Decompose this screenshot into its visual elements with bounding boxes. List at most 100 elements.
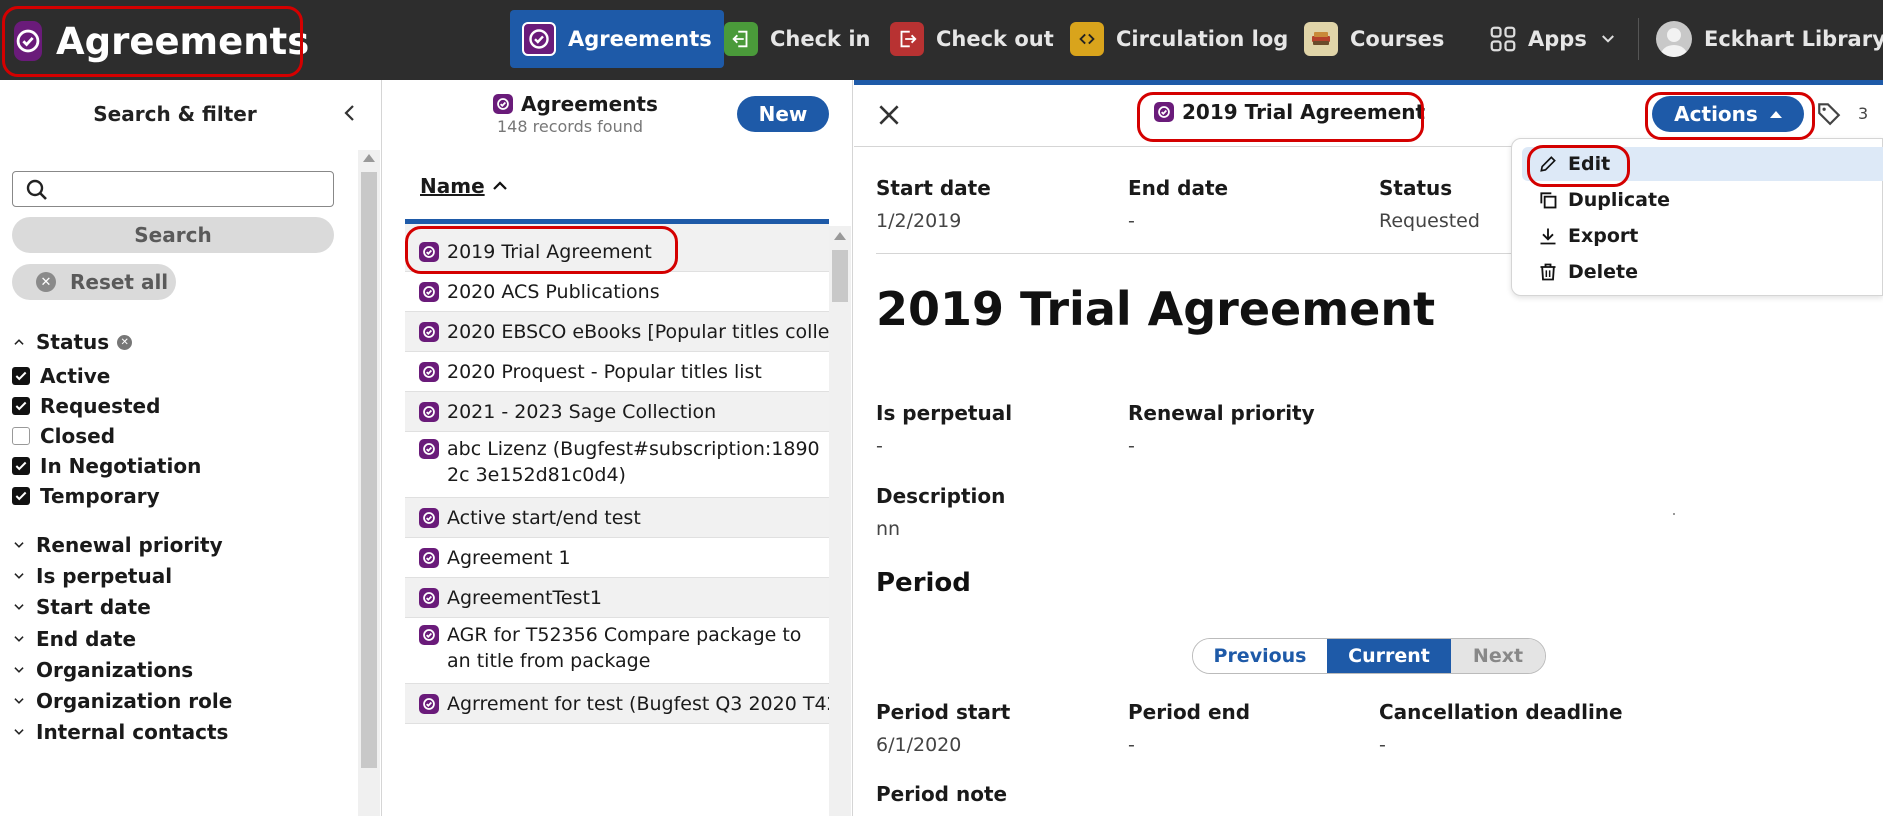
nav-label: Circulation log xyxy=(1116,27,1289,51)
checkbox-checked[interactable] xyxy=(12,367,30,385)
checkbox-checked[interactable] xyxy=(12,457,30,475)
filter-renewal-priority[interactable]: Renewal priority xyxy=(12,533,223,557)
duplicate-icon xyxy=(1540,192,1557,209)
list-item-name: 2020 Proquest - Popular titles list xyxy=(447,361,762,383)
actions-button[interactable]: Actions xyxy=(1652,96,1804,132)
nav-check-in[interactable]: Check in xyxy=(712,10,882,68)
period-previous-button[interactable]: Previous xyxy=(1193,639,1327,673)
detail-pane-title-text: 2019 Trial Agreement xyxy=(1182,100,1426,124)
list-item[interactable]: 2020 ACS Publications xyxy=(405,272,829,312)
status-option-closed[interactable]: Closed xyxy=(12,424,115,448)
menu-item-duplicate[interactable]: Duplicate xyxy=(1522,183,1883,217)
list-item[interactable]: AGR for T52356 Compare package to an tit… xyxy=(405,618,829,684)
status-option-active[interactable]: Active xyxy=(12,364,110,388)
agreements-app-icon xyxy=(14,21,42,61)
agreement-icon xyxy=(419,694,439,714)
scroll-up-arrow-icon[interactable] xyxy=(363,154,375,162)
search-pane-title: Search & filter xyxy=(93,102,257,126)
results-scrollbar[interactable] xyxy=(829,226,851,816)
list-item[interactable]: Agrrement for test (Bugfest Q3 2020 T42 xyxy=(405,684,829,724)
filter-end-date[interactable]: End date xyxy=(12,627,136,651)
nav-label: Courses xyxy=(1350,27,1445,51)
chevron-down-icon xyxy=(14,636,24,642)
user-menu[interactable]: Eckhart Library xyxy=(1644,10,1883,68)
renewal-priority-label: Renewal priority xyxy=(1128,401,1315,425)
filter-label: Internal contacts xyxy=(36,720,229,744)
column-header-label: Name xyxy=(420,174,485,198)
nav-courses[interactable]: Courses xyxy=(1292,10,1456,68)
avatar xyxy=(1656,21,1692,57)
filter-internal-contacts[interactable]: Internal contacts xyxy=(12,720,228,744)
agreement-title: 2019 Trial Agreement xyxy=(876,282,1436,336)
status-option-in-negotiation[interactable]: In Negotiation xyxy=(12,454,201,478)
filter-scrollbar[interactable] xyxy=(358,150,380,816)
collapse-pane-icon[interactable] xyxy=(338,100,362,126)
list-item[interactable]: 2021 - 2023 Sage Collection xyxy=(405,392,829,432)
period-selector: Previous Current Next xyxy=(1192,638,1546,674)
menu-item-delete[interactable]: Delete xyxy=(1522,255,1883,289)
period-start-label: Period start xyxy=(876,700,1011,724)
scrollbar-thumb[interactable] xyxy=(832,250,848,302)
cancellation-deadline-value: - xyxy=(1379,734,1386,756)
list-item[interactable]: AgreementTest1 xyxy=(405,578,829,618)
filter-label: Organizations xyxy=(36,658,194,682)
checkbox-unchecked[interactable] xyxy=(12,427,30,445)
filter-organizations[interactable]: Organizations xyxy=(12,658,193,682)
nav-label: Check in xyxy=(770,27,871,51)
reset-all-button[interactable]: ✕ Reset all xyxy=(12,264,176,300)
agreement-icon xyxy=(1154,102,1174,122)
nav-check-out[interactable]: Check out xyxy=(878,10,1066,68)
name-column-header[interactable]: Name xyxy=(420,174,509,198)
actions-dropdown-menu: Edit Duplicate Export Delete xyxy=(1511,138,1883,296)
period-current-button[interactable]: Current xyxy=(1327,639,1451,673)
search-filter-pane: Search & filter Search ✕ Reset all Statu… xyxy=(0,80,382,816)
new-agreement-button[interactable]: New xyxy=(737,96,829,132)
checkbox-checked[interactable] xyxy=(12,397,30,415)
list-item[interactable]: 2020 EBSCO eBooks [Popular titles colle xyxy=(405,312,829,352)
nav-apps[interactable]: Apps xyxy=(1474,10,1629,68)
results-title-text: Agreements xyxy=(521,92,658,116)
filter-label: Is perpetual xyxy=(36,564,173,588)
start-date-value: 1/2/2019 xyxy=(876,210,962,232)
list-item[interactable]: Agreement 1 xyxy=(405,538,829,578)
clear-status-filter-icon[interactable]: ✕ xyxy=(117,334,133,350)
chevron-down-icon xyxy=(14,542,24,548)
end-date-value: - xyxy=(1128,210,1135,232)
sort-ascending-icon xyxy=(492,181,507,190)
trash-icon xyxy=(1540,263,1556,281)
filter-is-perpetual[interactable]: Is perpetual xyxy=(12,564,172,588)
list-item[interactable]: 2020 Proquest - Popular titles list xyxy=(405,352,829,392)
scroll-up-arrow-icon[interactable] xyxy=(834,232,846,240)
chevron-down-icon xyxy=(14,698,24,704)
status-option-temporary[interactable]: Temporary xyxy=(12,484,160,508)
menu-item-export[interactable]: Export xyxy=(1522,219,1883,253)
status-option-requested[interactable]: Requested xyxy=(12,394,160,418)
search-button[interactable]: Search xyxy=(12,217,334,253)
period-start-value: 6/1/2020 xyxy=(876,734,962,756)
caret-up-icon xyxy=(1769,110,1782,118)
period-end-label: Period end xyxy=(1128,700,1251,724)
filter-start-date[interactable]: Start date xyxy=(12,595,151,619)
description-value: nn xyxy=(876,518,901,540)
list-item-name: Active start/end test xyxy=(447,507,641,529)
close-icon[interactable] xyxy=(876,102,902,128)
menu-item-label: Edit xyxy=(1568,153,1611,175)
list-item[interactable]: Active start/end test xyxy=(405,498,829,538)
nav-circulation-log[interactable]: Circulation log xyxy=(1058,10,1300,68)
tag-icon[interactable] xyxy=(1816,100,1842,126)
nav-agreements[interactable]: Agreements xyxy=(510,10,724,68)
list-item[interactable]: abc Lizenz (Bugfest#subscription:18902c … xyxy=(405,432,829,498)
period-next-button[interactable]: Next xyxy=(1451,639,1545,673)
list-item[interactable]: 2019 Trial Agreement xyxy=(405,224,829,272)
filter-organization-role[interactable]: Organization role xyxy=(12,689,232,713)
app-title[interactable]: Agreements xyxy=(4,6,309,76)
search-input[interactable] xyxy=(12,171,334,207)
menu-item-edit[interactable]: Edit xyxy=(1522,147,1883,181)
status-filter-heading[interactable]: Status ✕ xyxy=(12,330,133,354)
courses-icon xyxy=(1304,22,1338,56)
renewal-priority-value: - xyxy=(1128,435,1135,457)
status-option-label: Active xyxy=(40,364,111,388)
scrollbar-thumb[interactable] xyxy=(361,172,377,768)
agreement-icon xyxy=(419,548,439,568)
checkbox-checked[interactable] xyxy=(12,487,30,505)
